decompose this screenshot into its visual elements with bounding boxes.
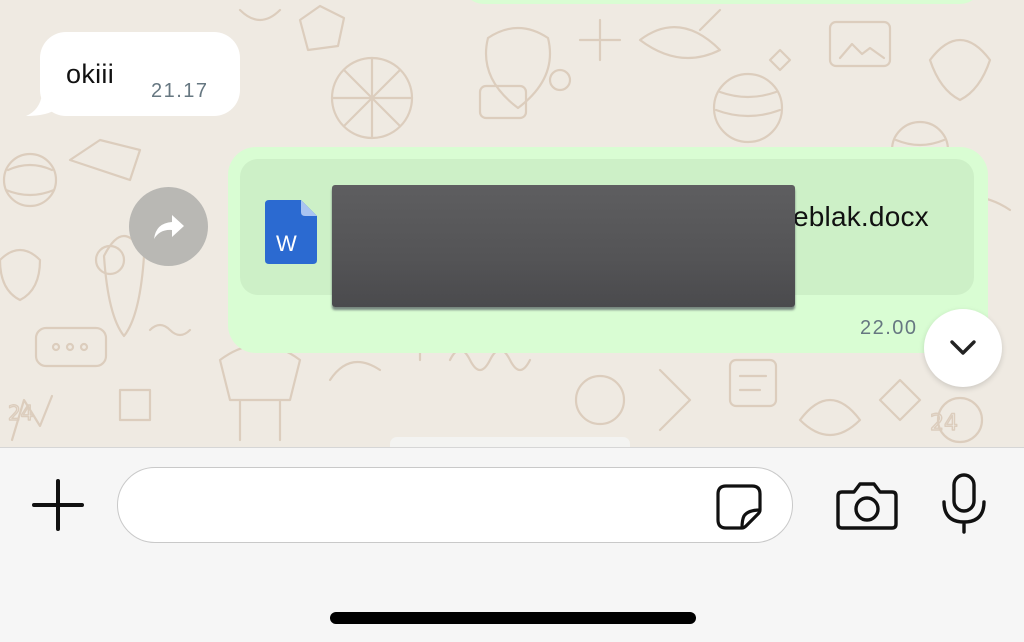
- chat-message-area[interactable]: 24 24 okiii 21.17 W eblak.docx 22.00: [0, 0, 1024, 447]
- outgoing-document-bubble[interactable]: W eblak.docx 22.00: [228, 147, 988, 353]
- previous-outgoing-bubble-edge: [462, 0, 982, 4]
- message-text-input[interactable]: [140, 478, 700, 532]
- document-filename: eblak.docx: [793, 201, 929, 232]
- svg-text:24: 24: [930, 411, 958, 436]
- plus-icon[interactable]: [28, 475, 88, 535]
- camera-icon[interactable]: [836, 478, 898, 532]
- message-composer-bar: [0, 447, 1024, 642]
- forward-button[interactable]: [129, 187, 208, 266]
- redaction-block: [332, 185, 795, 307]
- message-input-field[interactable]: [117, 467, 793, 543]
- microphone-icon[interactable]: [938, 472, 990, 536]
- whatsapp-chat-screen: 24 24 okiii 21.17 W eblak.docx 22.00: [0, 0, 1024, 642]
- svg-text:24: 24: [8, 401, 33, 425]
- message-text: okiii: [66, 59, 115, 89]
- incoming-message-bubble[interactable]: okiii 21.17: [40, 32, 240, 116]
- chevron-down-icon: [950, 340, 976, 355]
- svg-text:W: W: [276, 231, 297, 256]
- message-timestamp: 21.17: [151, 80, 209, 102]
- forward-arrow-icon: [153, 214, 184, 239]
- scroll-to-bottom-button[interactable]: [924, 309, 1002, 387]
- home-indicator[interactable]: [330, 612, 696, 624]
- message-timestamp: 22.00: [860, 317, 918, 339]
- composer-divider-tab: [390, 437, 630, 447]
- document-attachment-card[interactable]: W eblak.docx: [240, 159, 974, 307]
- sticker-icon[interactable]: [714, 482, 764, 532]
- word-document-icon: W: [265, 200, 317, 264]
